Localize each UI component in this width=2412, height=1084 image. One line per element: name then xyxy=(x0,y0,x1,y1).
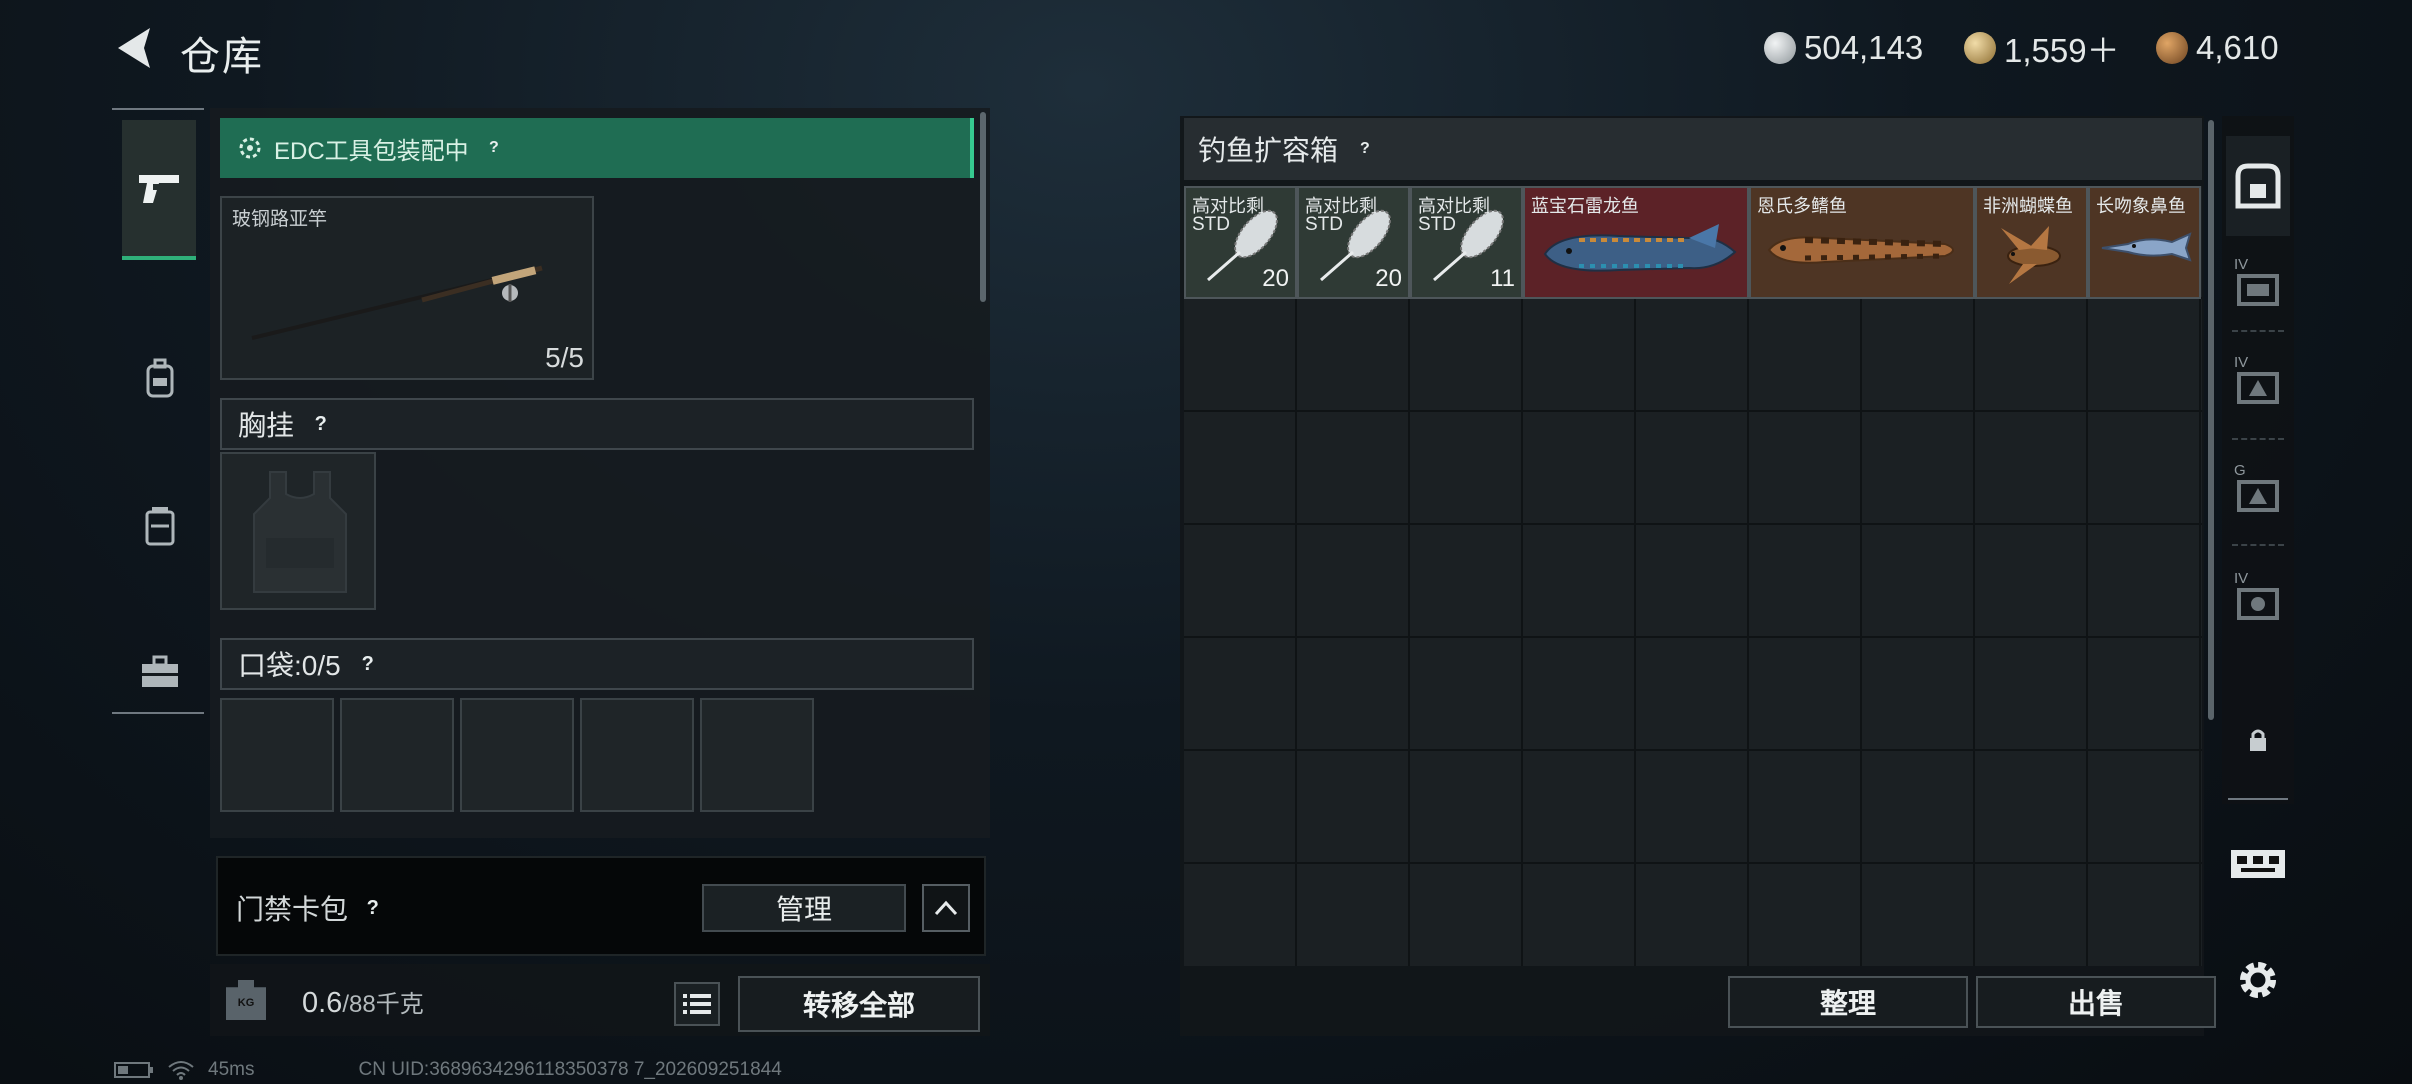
chest-rig-slot[interactable] xyxy=(220,452,376,610)
silver-coin-icon xyxy=(1764,32,1796,64)
bronze-coin-icon xyxy=(2156,32,2188,64)
rail-locked-slot[interactable] xyxy=(2226,690,2290,790)
rod-count: 5/5 xyxy=(545,342,584,373)
nav-vest[interactable] xyxy=(124,456,196,596)
wifi-icon xyxy=(168,1061,194,1080)
pocket-slot[interactable] xyxy=(580,698,694,812)
list-icon xyxy=(683,994,711,1014)
gold-amount: 1,559＋ xyxy=(2004,32,2120,69)
currency-gold[interactable]: 1,559＋ xyxy=(1964,26,2120,70)
settings-button[interactable] xyxy=(2234,956,2282,1004)
fish-item[interactable]: 蓝宝石雷龙鱼 xyxy=(1523,186,1749,299)
nav-divider xyxy=(112,108,204,110)
manage-button[interactable]: 管理 xyxy=(702,884,906,932)
silver-amount: 504,143 xyxy=(1804,29,1924,66)
battery-icon xyxy=(114,1062,153,1078)
chevron-up-icon xyxy=(934,900,958,916)
toolbox-icon xyxy=(142,655,178,687)
storage-box-icon xyxy=(2237,274,2279,306)
currency-silver: 504,143 xyxy=(1764,26,1923,70)
pocket-slot[interactable] xyxy=(220,698,334,812)
scrollbar[interactable] xyxy=(2208,120,2214,720)
pistol-icon xyxy=(139,175,179,203)
uid-text: CN UID:3689634296118350378 7_20260925184… xyxy=(358,1059,782,1080)
collapse-button[interactable] xyxy=(922,884,970,932)
pocket-label: 口袋:0/5 xyxy=(238,650,341,681)
rod-name: 玻钢路亚竿 xyxy=(232,209,328,230)
rail-safebox[interactable] xyxy=(2226,136,2290,236)
list-view-button[interactable] xyxy=(674,982,720,1026)
help-icon[interactable]: ? xyxy=(475,130,512,167)
vest-silhouette-icon xyxy=(253,471,347,593)
scrollbar[interactable] xyxy=(980,112,986,302)
bronze-amount: 4,610 xyxy=(2196,29,2279,66)
rail-divider xyxy=(2228,798,2288,800)
edc-status-bar[interactable]: EDC工具包装配中 ? xyxy=(220,118,974,178)
container-grid[interactable]: 高对比剩 STD 20 高对比剩 STD 20 高对比剩 STD 11 蓝宝石雷… xyxy=(1184,186,2202,966)
fish-item[interactable]: 恩氏多鳍鱼 xyxy=(1749,186,1975,299)
nav-weapon[interactable] xyxy=(122,120,196,260)
help-icon[interactable]: ? xyxy=(1347,131,1384,168)
safe-box-icon xyxy=(2235,163,2281,209)
rail-divider xyxy=(2232,330,2284,332)
rail-divider xyxy=(2232,438,2284,440)
status-bar: 45ms CN UID:3689634296118350378 7_202609… xyxy=(114,1058,782,1082)
back-arrow-icon xyxy=(118,28,150,68)
rail-box-tier[interactable]: G xyxy=(2226,444,2290,544)
pocket-slot[interactable] xyxy=(340,698,454,812)
ping-text: 45ms xyxy=(208,1059,255,1080)
help-icon[interactable]: ? xyxy=(349,646,386,683)
backpack-icon xyxy=(146,358,174,398)
rail-divider xyxy=(2232,544,2284,546)
pocket-header: 口袋:0/5 ? xyxy=(220,638,974,690)
fishing-rod-slot[interactable]: 玻钢路亚竿 5/5 xyxy=(220,196,594,380)
weight-icon: KG xyxy=(226,980,266,1020)
help-icon[interactable]: ? xyxy=(355,890,392,927)
fishing-storage-button[interactable] xyxy=(2226,838,2290,890)
snakehead-fish-image xyxy=(1543,224,1737,272)
nav-toolbox[interactable] xyxy=(124,602,196,742)
keycard-label: 门禁卡包 ? xyxy=(236,888,386,928)
gold-coin-icon xyxy=(1964,32,1996,64)
loading-gear-icon xyxy=(239,137,261,159)
storage-rail: IV IV G IV xyxy=(2222,116,2294,804)
storage-box-icon xyxy=(2237,588,2279,620)
fishing-rod-image xyxy=(251,265,543,340)
chest-rig-header: 胸挂 ? xyxy=(220,398,974,450)
fish-item[interactable]: 长吻象鼻鱼 xyxy=(2088,186,2201,299)
vest-icon xyxy=(145,507,175,546)
help-icon[interactable]: ? xyxy=(303,406,340,443)
page-title: 仓库 xyxy=(180,35,264,79)
keycard-panel: 门禁卡包 ? 管理 xyxy=(216,856,986,956)
rail-box-tier[interactable]: IV xyxy=(2226,238,2290,338)
bichir-fish-image xyxy=(1767,236,1954,264)
weight-bar: KG 0.6/88千克 转移全部 xyxy=(210,964,990,1036)
rail-box-tier[interactable]: IV xyxy=(2226,552,2290,652)
currency-bronze: 4,610 xyxy=(2156,26,2279,70)
sell-button[interactable]: 出售 xyxy=(1976,976,2216,1028)
butterflyfish-image xyxy=(2001,226,2061,284)
container-header: 钓鱼扩容箱 ? xyxy=(1184,118,2202,180)
pocket-slot[interactable] xyxy=(460,698,574,812)
sort-button[interactable]: 整理 xyxy=(1728,976,1968,1028)
storage-box-icon xyxy=(2237,372,2279,404)
lure-item[interactable]: 高对比剩 STD 11 xyxy=(1410,186,1523,299)
lure-item[interactable]: 高对比剩 STD 20 xyxy=(1184,186,1297,299)
storage-box-icon xyxy=(2237,480,2279,512)
lure-item[interactable]: 高对比剩 STD 20 xyxy=(1297,186,1410,299)
chest-rig-label: 胸挂 xyxy=(238,410,295,441)
fishing-box-icon xyxy=(2231,850,2285,878)
nav-backpack[interactable] xyxy=(124,308,196,448)
container-title: 钓鱼扩容箱 xyxy=(1198,135,1339,166)
weight-text: 0.6/88千克 xyxy=(302,987,424,1019)
lock-icon xyxy=(2250,729,2266,751)
pocket-slot[interactable] xyxy=(700,698,814,812)
back-button[interactable] xyxy=(112,22,156,74)
elephantnose-fish-image xyxy=(2101,232,2192,262)
rail-box-tier[interactable]: IV xyxy=(2226,336,2290,436)
gear-icon xyxy=(2240,962,2276,998)
fish-item[interactable]: 非洲蝴蝶鱼 xyxy=(1975,186,2088,299)
transfer-all-button[interactable]: 转移全部 xyxy=(738,976,980,1032)
edc-label: EDC工具包装配中 xyxy=(274,137,469,165)
